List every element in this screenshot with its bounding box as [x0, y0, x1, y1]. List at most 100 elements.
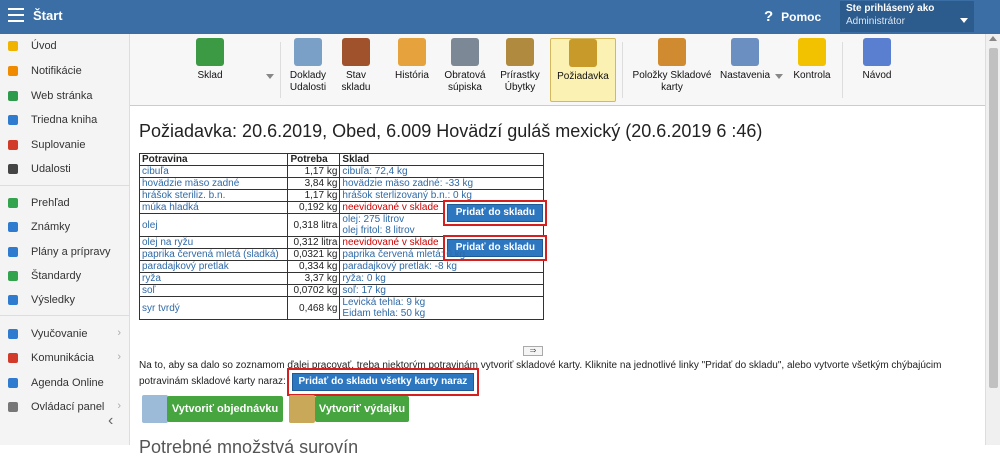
briefcase-icon [8, 329, 18, 339]
sidebar-item-znamky[interactable]: Známky [0, 217, 129, 239]
toolbar-prirastky-ubytky[interactable]: Prírastky Úbytky [498, 38, 542, 102]
user-role: Administrátor [846, 16, 905, 27]
food-link[interactable]: cibuľa [138, 165, 289, 178]
sidebar-item-suplovanie[interactable]: Suplovanie [0, 135, 129, 157]
star-icon [8, 41, 18, 51]
sidebar-item-notifikacie[interactable]: Notifikácie [0, 61, 129, 83]
sidebar-item-agenda-online[interactable]: Agenda Online [0, 373, 129, 395]
toolbar-label: Nastavenia [719, 70, 771, 81]
food-link[interactable]: syr tvrdý [138, 296, 289, 320]
export-document-icon [289, 395, 315, 423]
toolbar: Sklad Doklady Udalosti Stav skladu Histó… [130, 34, 985, 106]
add-all-to-stock-button[interactable]: Pridať do skladu všetky karty naraz [291, 373, 475, 391]
sidebar-item-web-stranka[interactable]: Web stránka [0, 86, 129, 108]
tools-icon [731, 38, 759, 66]
scales-icon [506, 38, 534, 66]
collapse-sidebar-icon[interactable]: ‹ [108, 412, 113, 430]
help-button[interactable]: ? Pomoc [764, 8, 821, 25]
food-link[interactable]: paradajkový pretlak [138, 260, 289, 273]
food-link[interactable]: múka hladká [138, 201, 289, 214]
stock-cell: hovädzie mäso zadné: -33 kg [339, 177, 544, 190]
toolbar-doklady[interactable]: Doklady Udalosti [284, 38, 332, 102]
food-link[interactable]: hovädzie mäso zadné [138, 177, 289, 190]
gear-icon [8, 402, 18, 412]
sidebar-item-prehlad[interactable]: Prehľad [0, 193, 129, 215]
section-heading: Potrebné množstvá surovín [139, 437, 359, 457]
toolbar-nastavenia[interactable]: Nastavenia [716, 38, 774, 102]
sidebar-item-label: Štandardy [31, 270, 82, 282]
table-row: olej na ryžu 0,312 litra neevidované v s… [138, 236, 544, 257]
table-header-row: Potravina Potreba Sklad [138, 153, 544, 166]
toolbar-kontrola[interactable]: Kontrola [790, 38, 834, 102]
expand-table-button[interactable]: ⇒ [523, 346, 543, 356]
stock-link[interactable]: ryža: 0 kg [342, 273, 541, 284]
food-link[interactable]: soľ [138, 284, 289, 297]
table-row: paradajkový pretlak 0,334 kg paradajkový… [138, 260, 544, 273]
scrollbar-thumb[interactable] [989, 48, 998, 388]
table-row: paprika červená mletá (sladká) 0,0321 kg… [138, 248, 544, 261]
user-status: Ste prihlásený ako [846, 3, 935, 14]
toolbar-sklad[interactable]: Sklad [188, 38, 232, 102]
column-header-need: Potreba [287, 153, 341, 166]
sidebar-item-vysledky[interactable]: Výsledky [0, 290, 129, 312]
stock-link[interactable]: olej fritol: 8 litrov [342, 225, 541, 236]
toolbar-divider [622, 42, 623, 98]
sidebar-item-label: Známky [31, 221, 71, 233]
stock-link[interactable]: olej: 275 litrov [342, 214, 541, 225]
sidebar-divider [0, 315, 129, 316]
scroll-up-icon[interactable] [989, 36, 997, 41]
stock-link[interactable]: paprika červená mletá: 0 kg [342, 249, 541, 260]
user-menu[interactable]: Ste prihlásený ako Administrátor [840, 1, 974, 32]
food-link[interactable]: olej na ryžu [138, 236, 289, 249]
chevron-down-icon[interactable] [266, 74, 274, 79]
stock-link[interactable]: hovädzie mäso zadné: -33 kg [342, 178, 541, 189]
food-link[interactable]: paprika červená mletá (sladká) [138, 248, 289, 261]
toolbar-stav-skladu[interactable]: Stav skladu [338, 38, 374, 102]
stock-link[interactable]: hrášok sterlizovaný b.n.: 0 kg [342, 190, 541, 201]
toolbar-polozky[interactable]: Položky Skladové karty [630, 38, 714, 102]
toolbar-poziadavka[interactable]: Požiadavka [550, 38, 616, 102]
toolbar-historia[interactable]: História [390, 38, 434, 102]
need-value: 0,312 litra [287, 236, 341, 249]
app-title[interactable]: Štart [33, 8, 63, 23]
sidebar-item-triedna-kniha[interactable]: Triedna kniha [0, 110, 129, 132]
stock-cell: cibuľa: 72,4 kg [339, 165, 544, 178]
food-link[interactable]: hrášok steriliz. b.n. [138, 189, 289, 202]
create-order-button[interactable]: Vytvoriť objednávku [167, 396, 283, 422]
toolbar-label: Sklad [197, 70, 223, 81]
stock-link[interactable]: soľ: 17 kg [342, 285, 541, 296]
sidebar-item-vyucovanie[interactable]: Vyučovanie › [0, 324, 129, 346]
sidebar-item-standardy[interactable]: Štandardy [0, 266, 129, 288]
sidebar-item-komunikacia[interactable]: Komunikácia › [0, 348, 129, 370]
toolbar-label: Doklady Udalosti [289, 70, 327, 93]
calendar-icon [398, 38, 426, 66]
column-header-stock: Sklad [339, 153, 544, 166]
table-row: olej 0,318 litra olej: 275 litrov olej f… [138, 213, 544, 237]
food-link[interactable]: olej [138, 213, 289, 237]
create-issue-button[interactable]: Vytvoriť výdajku [315, 396, 409, 422]
menu-icon[interactable] [8, 8, 24, 22]
stock-link[interactable]: paradajkový pretlak: -8 kg [342, 261, 541, 272]
help-icon: ? [764, 8, 774, 25]
stock-cell: neevidované v sklade Pridať do skladu [339, 236, 544, 257]
sidebar-item-udalosti[interactable]: Udalosti [0, 159, 129, 181]
food-link[interactable]: ryža [138, 272, 289, 285]
chevron-down-icon[interactable] [775, 74, 783, 79]
sidebar-item-uvod[interactable]: Úvod [0, 36, 129, 58]
sidebar-item-label: Web stránka [31, 90, 93, 102]
stock-link[interactable]: Eidam tehla: 50 kg [342, 308, 541, 319]
sidebar-item-plany[interactable]: Plány a prípravy [0, 242, 129, 264]
column-header-food: Potravina [138, 153, 289, 166]
stock-link[interactable]: cibuľa: 72,4 kg [342, 166, 541, 177]
vertical-scrollbar[interactable] [985, 34, 1000, 445]
sidebar: Úvod Notifikácie Web stránka Triedna kni… [0, 34, 130, 445]
book-icon [8, 115, 18, 125]
sidebar-item-label: Suplovanie [31, 139, 86, 151]
toolbar-navod[interactable]: Návod [858, 38, 896, 102]
toolbar-obratova-supiska[interactable]: Obratová súpiska [442, 38, 488, 102]
sidebar-item-label: Výsledky [31, 294, 76, 306]
stock-link[interactable]: Levická tehla: 9 kg [342, 297, 541, 308]
palette-icon [658, 38, 686, 66]
sidebar-item-label: Notifikácie [31, 65, 82, 77]
need-value: 0,468 kg [287, 296, 341, 320]
